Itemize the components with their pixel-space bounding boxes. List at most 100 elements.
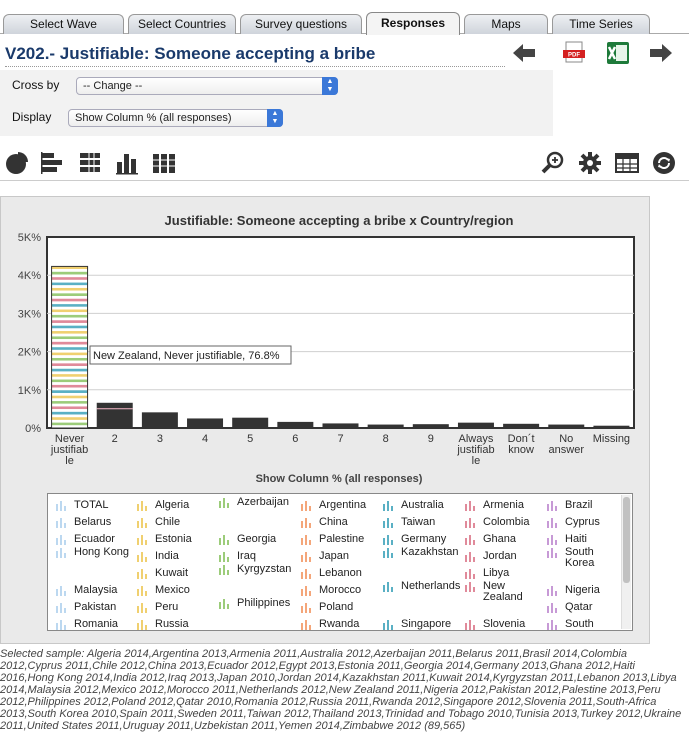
arrow-left-icon[interactable] <box>510 40 538 66</box>
legend-label: India <box>155 550 179 562</box>
tab-time-series[interactable]: Time Series <box>552 14 650 34</box>
bar-never-justifiable[interactable] <box>51 265 89 429</box>
bar-segment <box>51 304 88 307</box>
page-title: V202.- Justifiable: Someone accepting a … <box>5 44 505 67</box>
sample-text: Selected sample: Algeria 2014,Argentina … <box>0 648 682 732</box>
legend-label: South <box>565 618 594 630</box>
bar-missing[interactable] <box>593 425 630 428</box>
horizontal-bar-icon[interactable] <box>39 150 65 176</box>
pdf-icon[interactable]: PDF <box>560 40 588 66</box>
bar-always-justifiable[interactable] <box>457 422 494 428</box>
legend-swatch-icon <box>383 620 393 630</box>
cross-by-value: -- Change -- <box>83 80 143 92</box>
bar-segment <box>51 422 88 426</box>
legend-swatch-icon <box>465 582 475 592</box>
legend-swatch-icon <box>465 518 475 528</box>
bar-segment <box>51 374 88 377</box>
bar-don-t-know[interactable] <box>503 423 540 428</box>
bar-segment <box>51 384 88 388</box>
tab-select-countries[interactable]: Select Countries <box>128 14 236 34</box>
bar-segment <box>51 403 88 407</box>
legend-label: Estonia <box>155 533 192 545</box>
bar-segment <box>51 312 88 315</box>
legend-swatch-icon <box>547 501 557 511</box>
legend-swatch-icon <box>383 501 393 511</box>
column-chart-icon[interactable] <box>114 150 140 176</box>
legend-swatch-icon <box>301 501 311 511</box>
x-tick-label: 9 <box>428 433 434 445</box>
bar-segment <box>51 382 88 385</box>
legend-label: New Zealand <box>483 580 523 603</box>
legend-label: Ecuador <box>74 533 115 545</box>
legend-label: Armenia <box>483 499 524 511</box>
bar-segment <box>51 414 88 418</box>
bar-segment <box>51 379 88 383</box>
display-select[interactable]: Show Column % (all responses) ▲ ▼ <box>68 109 283 127</box>
legend-swatch-icon <box>301 586 311 596</box>
bar-7[interactable] <box>322 423 359 428</box>
legend-label: China <box>319 516 348 528</box>
legend-label: Algeria <box>155 499 190 511</box>
plot-area <box>46 236 635 429</box>
pie-chart-icon[interactable] <box>4 150 30 176</box>
bar-segment <box>51 293 88 297</box>
legend-swatch-icon <box>547 518 557 528</box>
cross-by-select[interactable]: -- Change -- ▲ ▼ <box>76 77 338 95</box>
legend-swatch-icon <box>219 565 229 575</box>
bar-segment <box>51 279 88 283</box>
tab-survey-questions[interactable]: Survey questions <box>240 14 362 34</box>
legend-label: Netherlands <box>401 580 461 592</box>
legend-label: Cyprus <box>565 516 600 528</box>
bar-segment <box>51 398 88 402</box>
bar-8[interactable] <box>367 424 404 428</box>
legend-label: Colombia <box>483 516 530 528</box>
legend-swatch-icon <box>465 620 475 630</box>
x-tick-label: le <box>472 455 481 467</box>
legend-label: Iraq <box>237 550 256 562</box>
x-tick-label: answer <box>549 444 585 456</box>
zoom-icon[interactable] <box>540 150 566 176</box>
legend-label: Nigeria <box>565 584 600 596</box>
legend-label: Argentina <box>319 499 367 511</box>
gear-icon[interactable] <box>577 150 603 176</box>
bar-3[interactable] <box>141 412 178 428</box>
x-tick-label: le <box>65 455 74 467</box>
bar-segment <box>51 411 88 415</box>
legend-swatch-icon <box>301 569 311 579</box>
bar-4[interactable] <box>187 418 224 428</box>
arrow-right-icon[interactable] <box>647 40 675 66</box>
legend-label: Georgia <box>237 533 277 545</box>
bar-no-answer[interactable] <box>548 424 585 428</box>
refresh-icon[interactable] <box>651 150 677 176</box>
bar-2[interactable] <box>96 402 133 428</box>
tab-select-wave[interactable]: Select Wave <box>3 14 124 34</box>
bar-5[interactable] <box>232 417 269 428</box>
legend-swatch-icon <box>137 569 147 579</box>
legend-swatch-icon <box>137 620 147 630</box>
y-tick-label: 0% <box>25 423 41 435</box>
legend-label: Mexico <box>155 584 190 596</box>
stacked-column-icon[interactable] <box>151 150 177 176</box>
legend-label: Kazakhstan <box>401 546 459 558</box>
bar-9[interactable] <box>412 424 449 428</box>
select-arrows-icon: ▲ ▼ <box>267 109 283 127</box>
bar-segment <box>51 363 88 367</box>
legend-swatch-icon <box>547 586 557 596</box>
bar-segment <box>51 331 88 334</box>
legend-label: Japan <box>319 550 349 562</box>
bar-6[interactable] <box>277 421 314 428</box>
legend-swatch-icon <box>56 501 66 511</box>
tooltip-text: New Zealand, Never justifiable, 76.8% <box>93 350 280 362</box>
legend-swatch-icon <box>56 603 66 613</box>
legend-label: Peru <box>155 601 179 613</box>
bar-segment <box>51 395 88 399</box>
bar-segment <box>51 296 88 299</box>
stacked-bar-icon[interactable] <box>77 150 103 176</box>
table-icon[interactable] <box>614 150 640 176</box>
tab-maps[interactable]: Maps <box>464 14 548 34</box>
legend-label: Belarus <box>74 516 112 528</box>
tab-responses[interactable]: Responses <box>366 12 460 35</box>
excel-icon[interactable] <box>604 40 632 66</box>
bar-segment <box>51 409 88 412</box>
legend-label: Jordan <box>483 550 517 562</box>
